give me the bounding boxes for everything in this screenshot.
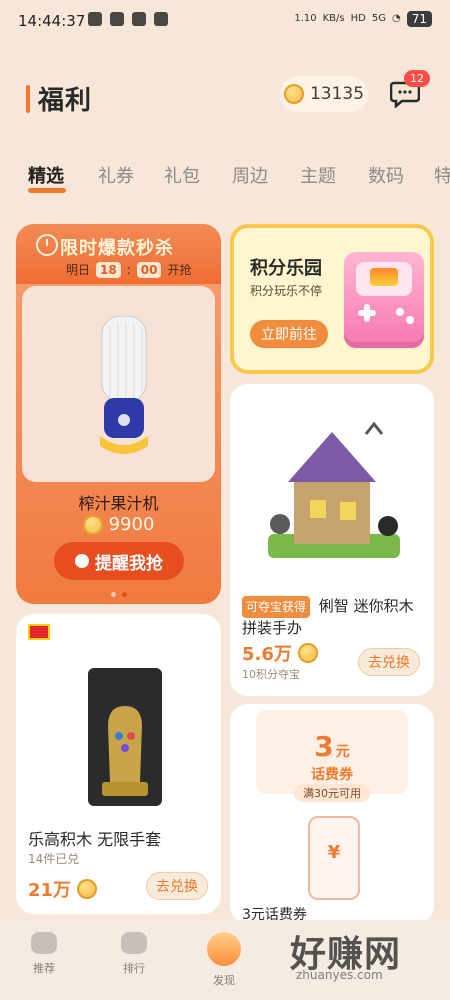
coin-icon: [82, 514, 103, 535]
coupon-unit: 元: [335, 744, 350, 760]
lego-gauntlet-title: 乐高积木 无限手套: [28, 830, 162, 849]
gauntlet-image: [88, 668, 162, 806]
go-now-button[interactable]: 立即前往: [250, 320, 328, 348]
lego-gauntlet-price-value: 21万: [28, 880, 72, 901]
countdown-colon: :: [126, 262, 131, 277]
notification-icon: [154, 12, 168, 26]
tab-merch[interactable]: 周边: [232, 162, 268, 188]
lego-small-title: 可夺宝获得 俐智 迷你积木拼装手办: [242, 596, 422, 638]
carousel-dot-active: [121, 592, 127, 597]
coin-icon: [77, 879, 98, 899]
lego-logo: [28, 624, 50, 640]
redeem-button[interactable]: 去兑换: [146, 872, 208, 900]
battery-indicator: 71: [406, 11, 432, 27]
nav-ranking[interactable]: 排行: [104, 932, 164, 992]
carousel-dots: [16, 592, 221, 597]
points-pill[interactable]: 13135: [280, 76, 368, 112]
network-speed-unit: KB/s: [322, 13, 345, 24]
wechat-icon: [88, 12, 102, 26]
header: 福利 13135 12: [0, 70, 450, 122]
product-name: 榨汁果汁机: [78, 494, 159, 513]
countdown-hour: 18: [96, 261, 121, 278]
lego-small-card[interactable]: 可夺宝获得 俐智 迷你积木拼装手办 5.6万 10积分夺宝 去兑换: [230, 384, 434, 696]
app-icon: [132, 12, 146, 26]
lego-gauntlet-card[interactable]: 乐高积木 无限手套 14件已兑 21万 去兑换: [16, 614, 221, 914]
lego-gauntlet-subtext: 14件已兑: [28, 852, 80, 866]
clock-icon: [36, 234, 58, 256]
points-value: 13135: [309, 84, 365, 104]
title-accent-bar: [26, 84, 30, 113]
wifi-icon: ◔: [391, 13, 401, 24]
points-park-card[interactable]: 积分乐园 积分玩乐不停 立即前往: [230, 224, 434, 374]
phone-icon: ¥: [308, 816, 360, 900]
tab-special[interactable]: 特: [434, 162, 450, 188]
countdown: 明日 18 : 00 开抢: [66, 261, 191, 278]
status-left-icons: [88, 12, 168, 26]
nav-recommend[interactable]: 推荐: [14, 932, 74, 992]
nav-discover-label: 发现: [213, 974, 235, 987]
star-badge-icon: [121, 932, 147, 954]
clock-icon: [75, 554, 89, 568]
coin-icon: [283, 84, 304, 104]
tab-digital[interactable]: 数码: [368, 162, 404, 188]
category-tabs: 精选 礼券 礼包 周边 主题 数码 特: [0, 162, 450, 202]
nav-recommend-label: 推荐: [33, 962, 55, 975]
countdown-suffix: 开抢: [167, 263, 192, 277]
phone-bill-coupon-card[interactable]: 3元 话费券 满30元可用 ¥ 3元话费券: [230, 704, 434, 924]
active-tab-underline: [28, 188, 66, 193]
flash-sale-card[interactable]: 限时爆款秒杀 明日 18 : 00 开抢 榨汁果汁机 9900 提醒我抢: [16, 224, 221, 604]
redeem-button[interactable]: 去兑换: [358, 648, 420, 676]
status-time: 14:44:37: [18, 12, 86, 30]
lego-small-subtext: 10积分夺宝: [242, 668, 300, 681]
game-console-icon: [344, 252, 424, 342]
status-right: 1.10 KB/s HD 5G ◔ 71: [294, 11, 432, 27]
message-badge: 12: [404, 70, 430, 87]
tab-gift-pack[interactable]: 礼包: [164, 162, 200, 188]
tab-coupons[interactable]: 礼券: [98, 162, 134, 188]
coupon-value-number: 3: [314, 730, 334, 763]
coupon-value: 3元: [230, 730, 434, 763]
tab-selected[interactable]: 精选: [28, 162, 64, 188]
lego-gauntlet-price: 21万: [28, 876, 98, 902]
status-bar: 14:44:37 1.10 KB/s HD 5G ◔ 71: [0, 0, 450, 44]
flash-sale-title: 限时爆款秒杀: [60, 238, 174, 259]
nav-ranking-label: 排行: [123, 962, 145, 975]
lego-house-image: [268, 421, 400, 558]
coupon-condition: 满30元可用: [294, 784, 370, 802]
nav-discover[interactable]: 发现: [194, 932, 254, 992]
lego-small-tag: 可夺宝获得: [242, 596, 311, 618]
qq-icon: [110, 12, 124, 26]
countdown-prefix: 明日: [66, 263, 91, 277]
juicer-image: [100, 316, 148, 454]
countdown-minute: 00: [136, 261, 162, 278]
points-park-title: 积分乐园: [250, 258, 322, 279]
signal-5g: 5G: [371, 13, 386, 24]
watermark-sub: zhuanyes.com: [296, 968, 383, 982]
coupon-name: 话费券: [311, 767, 353, 783]
remind-me-label: 提醒我抢: [95, 553, 163, 574]
product-price: 9900: [16, 514, 221, 535]
yen-icon: ¥: [327, 842, 341, 863]
network-speed-value: 1.10: [294, 13, 317, 24]
hd-indicator: HD: [350, 13, 366, 24]
points-park-subtitle: 积分玩乐不停: [250, 284, 323, 298]
avatar-icon: [207, 932, 241, 966]
lego-small-price: 5.6万: [242, 640, 318, 666]
price-value: 9900: [108, 514, 155, 535]
lego-small-price-value: 5.6万: [242, 644, 292, 665]
carousel-dot: [110, 592, 116, 597]
page-title: 福利: [38, 86, 93, 116]
page-title-wrap: 福利: [26, 80, 92, 117]
tab-theme[interactable]: 主题: [300, 162, 336, 188]
gamepad-icon: [31, 932, 57, 954]
coin-icon: [297, 643, 318, 663]
remind-me-button[interactable]: 提醒我抢: [54, 542, 184, 580]
